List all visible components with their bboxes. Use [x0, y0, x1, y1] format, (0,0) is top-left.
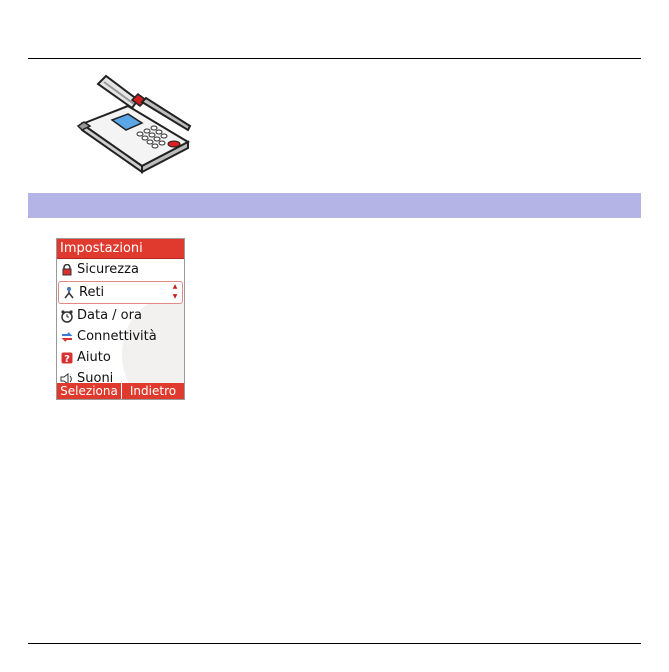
network-icon — [61, 285, 77, 301]
menu-item-label: Aiuto — [77, 350, 111, 365]
menu-item-label: Connettività — [77, 329, 157, 344]
softkey-bar: Seleziona Indietro — [57, 383, 184, 399]
svg-text:?: ? — [64, 354, 70, 364]
phone-screen: Impostazioni Sicurezza Reti ▲ ▼ Data / o… — [56, 238, 185, 400]
menu-item-connettivita[interactable]: Connettività — [57, 326, 184, 347]
menu-item-reti[interactable]: Reti ▲ ▼ — [58, 281, 183, 304]
softkey-select-button[interactable]: Seleziona — [57, 383, 122, 399]
settings-menu: Sicurezza Reti ▲ ▼ Data / ora Connettivi… — [57, 259, 184, 399]
scroll-down-icon[interactable]: ▼ — [173, 294, 178, 300]
scroll-up-icon[interactable]: ▲ — [173, 284, 178, 290]
help-icon: ? — [59, 350, 75, 366]
menu-item-data-ora[interactable]: Data / ora — [57, 305, 184, 326]
menu-item-label: Reti — [79, 285, 105, 300]
menu-item-aiuto[interactable]: ? Aiuto — [57, 347, 184, 368]
connectivity-icon — [59, 329, 75, 345]
menu-item-label: Data / ora — [77, 308, 142, 323]
phone-screwdriver-icon — [76, 74, 192, 174]
footer-rule — [28, 643, 641, 644]
alarm-clock-icon — [59, 308, 75, 324]
menu-item-sicurezza[interactable]: Sicurezza — [57, 259, 184, 280]
section-band — [28, 193, 641, 218]
phone-screwdriver-illustration — [76, 68, 200, 178]
lock-icon — [59, 262, 75, 278]
screen-title: Impostazioni — [57, 239, 184, 259]
menu-item-label: Sicurezza — [77, 262, 139, 277]
header-rule — [28, 58, 641, 59]
softkey-back-button[interactable]: Indietro — [122, 383, 184, 399]
scroll-arrows[interactable]: ▲ ▼ — [172, 284, 178, 300]
